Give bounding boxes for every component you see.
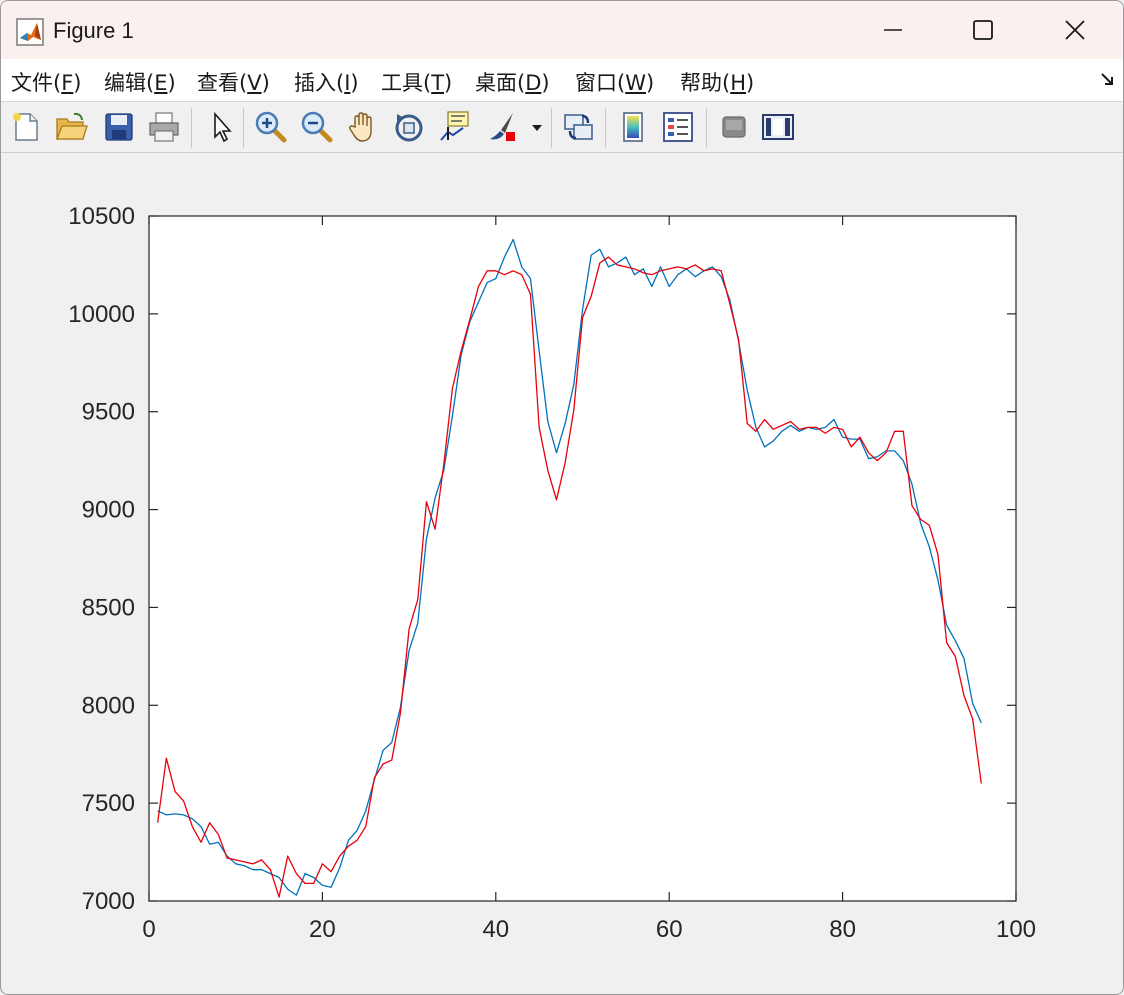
maximize-button[interactable]: [937, 1, 1029, 59]
x-tick-label: 100: [996, 916, 1036, 943]
select-pointer-icon[interactable]: [204, 110, 238, 144]
brush-icon[interactable]: [485, 110, 519, 144]
minimize-button[interactable]: [847, 1, 939, 59]
minimize-icon: [884, 29, 902, 31]
open-file-icon[interactable]: [54, 110, 88, 144]
matlab-logo-icon: [16, 18, 44, 46]
y-tick-label: 10500: [68, 203, 135, 230]
data-cursor-icon[interactable]: [438, 110, 472, 144]
x-tick-label: 0: [142, 916, 155, 943]
menu-desktop[interactable]: 桌面(D): [475, 67, 550, 97]
y-tick-label: 9000: [82, 497, 135, 524]
menu-tools[interactable]: 工具(T): [381, 67, 452, 97]
link-plot-icon[interactable]: [562, 110, 596, 144]
close-button[interactable]: [1029, 1, 1121, 59]
zoom-in-icon[interactable]: [254, 110, 288, 144]
close-icon: [1065, 20, 1085, 40]
x-tick-label: 40: [482, 916, 509, 943]
pan-hand-icon[interactable]: [346, 110, 380, 144]
figure-window: Figure 1 文件(F) 编辑(E) 查看(V) 插入(I) 工具(T) 桌…: [0, 0, 1124, 995]
brush-dropdown-icon[interactable]: [529, 110, 545, 144]
zoom-out-icon[interactable]: [300, 110, 334, 144]
menu-view[interactable]: 查看(V): [197, 67, 270, 97]
toolbar-separator: [605, 108, 606, 148]
show-plot-tools-icon[interactable]: [761, 110, 795, 144]
rotate-3d-icon[interactable]: [392, 110, 426, 144]
print-icon[interactable]: [147, 110, 181, 144]
x-tick-label: 60: [656, 916, 683, 943]
toolbar-separator: [191, 108, 192, 148]
menu-insert[interactable]: 插入(I): [294, 67, 359, 97]
menu-edit[interactable]: 编辑(E): [104, 67, 176, 97]
toolbar-separator: [551, 108, 552, 148]
maximize-icon: [973, 20, 993, 40]
menu-file[interactable]: 文件(F): [11, 67, 82, 97]
title-bar[interactable]: Figure 1: [1, 1, 1123, 59]
line-chart[interactable]: 0 20 40 60 80 100 7000 7500 8000 8500 9000 9500 1000…: [1, 153, 1123, 994]
menu-window[interactable]: 窗口(W): [575, 67, 654, 97]
y-tick-label: 8500: [82, 594, 135, 621]
y-tick-label: 7500: [82, 790, 135, 817]
x-tick-label: 80: [829, 916, 856, 943]
save-icon[interactable]: [102, 110, 136, 144]
y-tick-label: 9500: [82, 399, 135, 426]
plot-area: 0 20 40 60 80 100 7000 7500 8000 8500 9000 9500 1000…: [1, 153, 1123, 994]
y-tick-label: 7000: [82, 888, 135, 915]
y-tick-label: 8000: [82, 692, 135, 719]
toolbar-separator: [706, 108, 707, 148]
hide-plot-tools-icon[interactable]: [717, 110, 751, 144]
legend-icon[interactable]: [661, 110, 695, 144]
window-title: Figure 1: [53, 18, 134, 43]
toolbar-separator: [243, 108, 244, 148]
dock-arrow-icon[interactable]: [1099, 71, 1117, 89]
new-figure-icon[interactable]: [9, 110, 43, 144]
x-tick-label: 20: [309, 916, 336, 943]
y-tick-label: 10000: [68, 301, 135, 328]
colorbar-icon[interactable]: [616, 110, 650, 144]
menu-help[interactable]: 帮助(H): [680, 67, 754, 97]
figure-toolbar: [1, 102, 1123, 153]
menu-bar: 文件(F) 编辑(E) 查看(V) 插入(I) 工具(T) 桌面(D) 窗口(W…: [1, 59, 1123, 102]
